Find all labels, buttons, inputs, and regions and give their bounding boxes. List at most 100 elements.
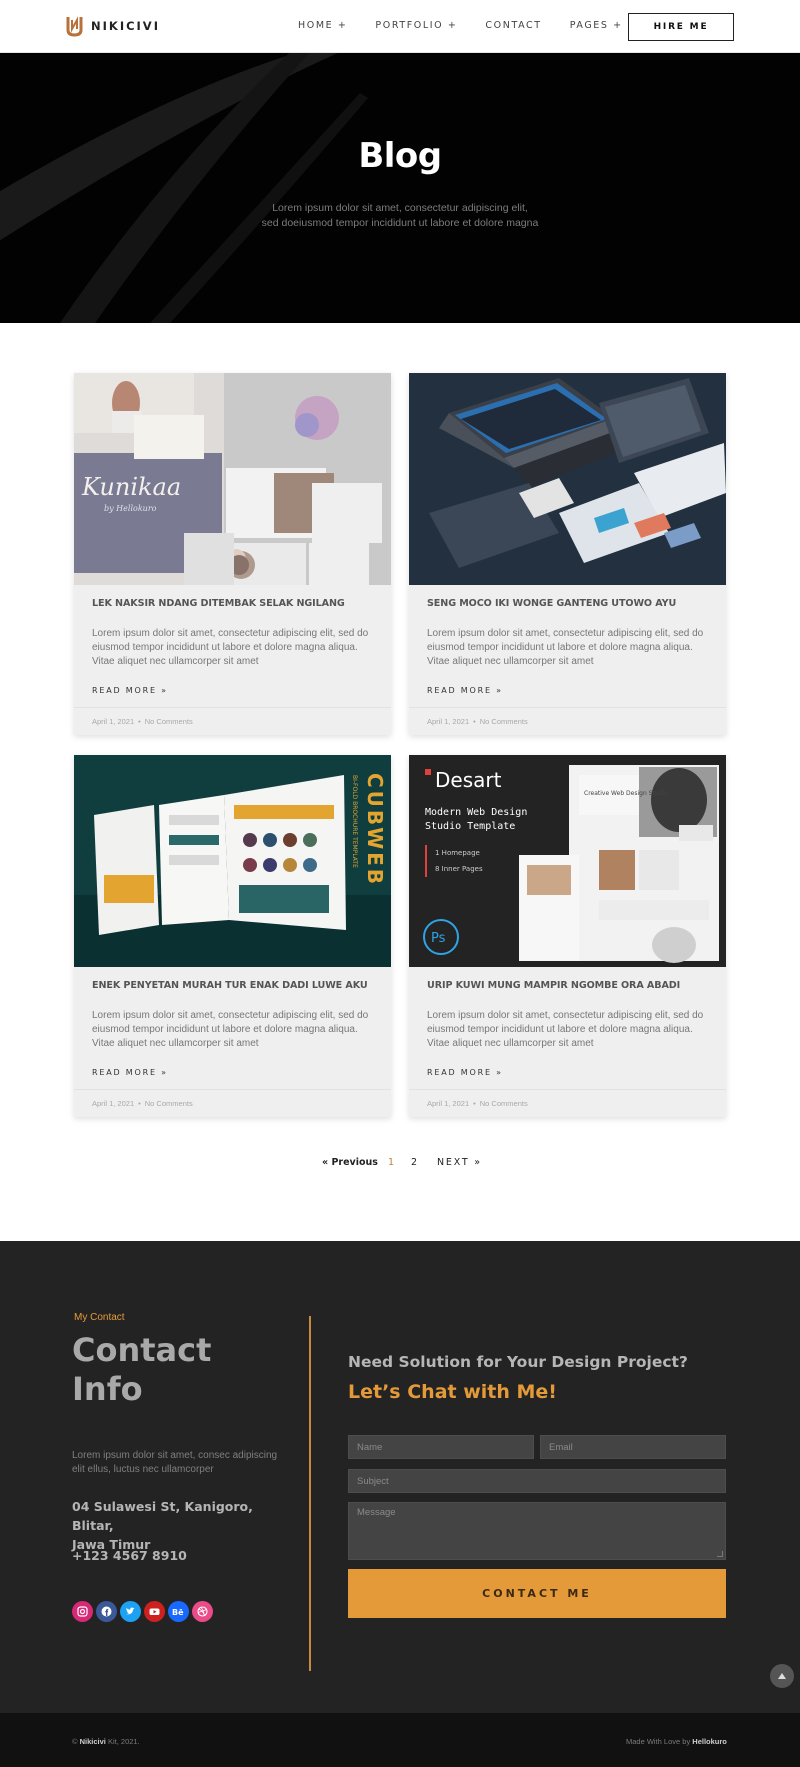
post-date[interactable]: April 1, 2021 <box>92 717 134 726</box>
desart-headline-2: Studio Template <box>425 821 515 832</box>
copyright-symbol: © <box>72 1737 78 1746</box>
contact-eyebrow: My Contact <box>74 1312 125 1323</box>
menu-item-contact[interactable]: CONTACT <box>485 20 541 31</box>
pagination-page-2[interactable]: 2 <box>411 1157 417 1168</box>
footer-bar: © Nikicivi Kit, 2021. Made With Love by … <box>0 1713 800 1767</box>
blog-card: Desart Modern Web Design Studio Template… <box>409 755 726 1117</box>
facebook-icon[interactable] <box>96 1601 117 1622</box>
scroll-to-top-button[interactable] <box>770 1664 794 1688</box>
subject-field[interactable]: Subject <box>348 1469 726 1493</box>
blog-card: SENG MOCO IKI WONGE GANTENG UTOWO AYU Lo… <box>409 373 726 735</box>
contact-phone[interactable]: +123 4567 8910 <box>72 1548 187 1563</box>
pagination-previous[interactable]: « Previous <box>322 1157 378 1168</box>
post-comments[interactable]: No Comments <box>145 717 193 726</box>
post-excerpt: Lorem ipsum dolor sit amet, consectetur … <box>92 1010 369 1049</box>
post-excerpt: Lorem ipsum dolor sit amet, consectetur … <box>92 628 369 667</box>
blog-card: Kunikaa by Hellokuro LEK NAKSIR NDANG DI… <box>74 373 391 735</box>
social-links: Bē <box>72 1601 213 1622</box>
post-comments[interactable]: No Comments <box>480 717 528 726</box>
read-more-link[interactable]: READ MORE » <box>427 686 503 695</box>
brochure-template-image: CUBWEB BI-FOLD BROCHURE TEMPLATE <box>74 755 391 967</box>
menu-item-portfolio[interactable]: PORTFOLIO + <box>375 20 457 31</box>
post-date[interactable]: April 1, 2021 <box>427 1099 469 1108</box>
behance-icon[interactable]: Bē <box>168 1601 189 1622</box>
card-divider <box>409 707 726 708</box>
post-title[interactable]: URIP KUWI MUNG MAMPIR NGOMBE ORA ABADI <box>427 980 712 991</box>
post-thumbnail[interactable]: Desart Modern Web Design Studio Template… <box>409 755 726 967</box>
logo-mark-icon <box>66 16 83 37</box>
read-more-link[interactable]: READ MORE » <box>92 686 168 695</box>
post-thumbnail[interactable]: CUBWEB BI-FOLD BROCHURE TEMPLATE <box>74 755 391 967</box>
hero-subtitle-line-1: Lorem ipsum dolor sit amet, consectetur … <box>272 202 528 214</box>
logo[interactable]: NIKICIVI <box>66 15 160 37</box>
read-more-link[interactable]: READ MORE » <box>92 1068 168 1077</box>
laptop-mockup-image <box>409 373 726 585</box>
page-title: Blog <box>358 136 442 176</box>
resize-handle-icon[interactable] <box>717 1551 723 1557</box>
desart-mock-text: Creative Web Design Studio <box>584 790 668 797</box>
wedding-template-image: Kunikaa by Hellokuro <box>74 373 391 585</box>
message-placeholder: Message <box>357 1507 396 1518</box>
message-field[interactable]: Message <box>348 1502 726 1560</box>
read-more-link[interactable]: READ MORE » <box>427 1068 503 1077</box>
contact-heading: Contact Info <box>72 1331 272 1409</box>
card-divider <box>409 1089 726 1090</box>
top-navbar: NIKICIVI HOME + PORTFOLIO + CONTACT PAGE… <box>0 0 800 53</box>
menu-item-home[interactable]: HOME + <box>298 20 347 31</box>
post-meta: April 1, 2021 • No Comments <box>427 717 528 726</box>
blog-section: Kunikaa by Hellokuro LEK NAKSIR NDANG DI… <box>0 323 800 1241</box>
card-divider <box>74 707 391 708</box>
kunikaa-brand-text: Kunikaa <box>81 473 181 501</box>
contact-me-button[interactable]: CONTACT ME <box>348 1569 726 1618</box>
desart-bullet-2: 8 Inner Pages <box>435 865 483 873</box>
blog-card: CUBWEB BI-FOLD BROCHURE TEMPLATE ENEK PE… <box>74 755 391 1117</box>
post-title[interactable]: ENEK PENYETAN MURAH TUR ENAK DADI LUWE A… <box>92 980 377 991</box>
svg-text:Bē: Bē <box>172 1608 184 1617</box>
post-thumbnail[interactable] <box>409 373 726 585</box>
post-title[interactable]: LEK NAKSIR NDANG DITEMBAK SELAK NGILANG <box>92 598 377 609</box>
name-field[interactable]: Name <box>348 1435 534 1459</box>
instagram-icon[interactable] <box>72 1601 93 1622</box>
kunikaa-by-text: by Hellokuro <box>104 504 157 513</box>
pagination-next[interactable]: NEXT » <box>437 1157 482 1168</box>
contact-heading-line-1: Contact <box>72 1331 212 1369</box>
made-with-love-text: Made With Love by Hellokuro <box>626 1737 727 1746</box>
post-title[interactable]: SENG MOCO IKI WONGE GANTENG UTOWO AYU <box>427 598 712 609</box>
pagination: « Previous 1 2 NEXT » <box>0 1157 800 1177</box>
dribbble-icon[interactable] <box>192 1601 213 1622</box>
desart-bullet-1: 1 Homepage <box>435 849 480 857</box>
post-meta: April 1, 2021 • No Comments <box>92 717 193 726</box>
menu-item-pages[interactable]: PAGES + <box>570 20 623 31</box>
contact-description: Lorem ipsum dolor sit amet, consec adipi… <box>72 1450 278 1475</box>
logo-text: NIKICIVI <box>91 19 160 33</box>
post-date[interactable]: April 1, 2021 <box>427 717 469 726</box>
desart-headline-1: Modern Web Design <box>425 807 527 818</box>
copyright-text: © Nikicivi Kit, 2021. <box>72 1737 140 1746</box>
post-date[interactable]: April 1, 2021 <box>92 1099 134 1108</box>
post-thumbnail[interactable]: Kunikaa by Hellokuro <box>74 373 391 585</box>
hero-banner: Blog Lorem ipsum dolor sit amet, consect… <box>0 53 800 323</box>
contact-address: 04 Sulawesi St, Kanigoro, Blitar, Jawa T… <box>72 1497 292 1554</box>
desart-template-image: Desart Modern Web Design Studio Template… <box>409 755 726 967</box>
hire-me-button[interactable]: HIRE ME <box>628 13 734 41</box>
post-excerpt: Lorem ipsum dolor sit amet, consectetur … <box>427 628 704 667</box>
post-meta: April 1, 2021 • No Comments <box>427 1099 528 1108</box>
hero-background-swooshes <box>0 53 368 323</box>
post-comments[interactable]: No Comments <box>145 1099 193 1108</box>
pagination-current-page: 1 <box>388 1157 395 1168</box>
desart-brand-text: Desart <box>435 768 502 792</box>
twitter-icon[interactable] <box>120 1601 141 1622</box>
made-brand[interactable]: Hellokuro <box>692 1737 727 1746</box>
youtube-icon[interactable] <box>144 1601 165 1622</box>
hero-subtitle-line-2: sed doeiusmod tempor incididunt ut labor… <box>261 217 539 229</box>
photoshop-icon: Ps <box>431 931 446 946</box>
card-divider <box>74 1089 391 1090</box>
address-line-1: 04 Sulawesi St, Kanigoro, Blitar, <box>72 1499 253 1533</box>
contact-cta-line: Let’s Chat with Me! <box>348 1381 557 1403</box>
brochure-tag-text: BI-FOLD BROCHURE TEMPLATE <box>351 775 358 868</box>
post-comments[interactable]: No Comments <box>480 1099 528 1108</box>
copyright-brand[interactable]: Nikicivi <box>80 1737 106 1746</box>
post-meta: April 1, 2021 • No Comments <box>92 1099 193 1108</box>
email-field[interactable]: Email <box>540 1435 726 1459</box>
contact-divider <box>309 1316 311 1671</box>
